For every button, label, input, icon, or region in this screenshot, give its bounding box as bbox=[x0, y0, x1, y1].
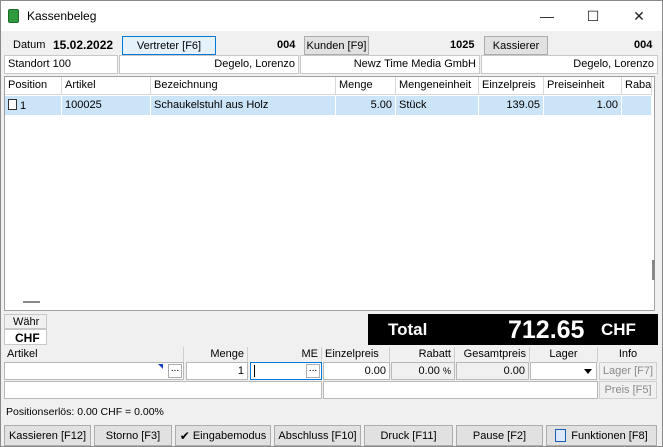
vertical-scrollbar[interactable] bbox=[652, 95, 655, 305]
col-rabatt[interactable]: Raba bbox=[622, 77, 652, 95]
input-header-me: ME bbox=[248, 347, 322, 362]
vertreter-button[interactable]: Vertreter [F6] bbox=[122, 36, 216, 55]
input-header-rabatt: Rabatt bbox=[390, 347, 455, 362]
currency-label-box: Währ bbox=[4, 314, 47, 329]
window-title: Kassenbeleg bbox=[27, 9, 97, 23]
kunden-button[interactable]: Kunden [F9] bbox=[304, 36, 369, 55]
chevron-down-icon bbox=[584, 369, 592, 374]
input-header-einzelpreis: Einzelpreis bbox=[322, 347, 390, 362]
cell-rabatt bbox=[622, 96, 652, 115]
col-artikel[interactable]: Artikel bbox=[62, 77, 151, 95]
col-bezeichnung[interactable]: Bezeichnung bbox=[151, 77, 336, 95]
eingabemodus-toggle[interactable]: ✔ Eingabemodus bbox=[175, 425, 271, 446]
gesamtpreis-field: 0.00 bbox=[456, 362, 529, 380]
text-cursor bbox=[254, 365, 255, 377]
kunden-code: 1025 bbox=[450, 39, 475, 51]
cell-artikel: 100025 bbox=[62, 96, 151, 115]
total-panel: Total 712.65 CHF bbox=[368, 314, 658, 345]
vertreter-code: 004 bbox=[277, 39, 296, 51]
positions-table[interactable]: Position Artikel Bezeichnung Menge Menge… bbox=[4, 76, 655, 311]
positionserloes-status: Positionserlös: 0.00 CHF = 0.00% bbox=[6, 406, 164, 418]
pause-button[interactable]: Pause [F2] bbox=[456, 425, 543, 446]
close-button[interactable]: ✕ bbox=[616, 1, 662, 31]
abschluss-button[interactable]: Abschluss [F10] bbox=[274, 425, 361, 446]
total-currency: CHF bbox=[601, 320, 636, 339]
cell-mengeneinheit: Stück bbox=[396, 96, 479, 115]
app-icon bbox=[8, 9, 19, 23]
input-header-lager: Lager bbox=[530, 347, 598, 362]
standort-field: Standort 100 bbox=[4, 55, 118, 74]
kassierer-code: 004 bbox=[634, 39, 653, 51]
kassenbeleg-window: Kassenbeleg — ☐ ✕ Datum 15.02.2022 Vertr… bbox=[0, 0, 663, 447]
cell-menge: 5.00 bbox=[336, 96, 396, 115]
total-amount: 712.65 bbox=[508, 316, 585, 344]
lager-button[interactable]: Lager [F7] bbox=[599, 362, 657, 380]
input-header-artikel: Artikel bbox=[4, 347, 184, 362]
datum-value: 15.02.2022 bbox=[53, 38, 114, 52]
cell-preiseinheit: 1.00 bbox=[544, 96, 622, 115]
datum-label: Datum bbox=[13, 39, 46, 51]
cell-einzelpreis: 139.05 bbox=[479, 96, 544, 115]
col-mengeneinheit[interactable]: Mengeneinheit bbox=[396, 77, 479, 95]
artikel-lookup-button[interactable]: ... bbox=[168, 364, 182, 378]
cell-position: 1 bbox=[5, 96, 62, 115]
total-label: Total bbox=[388, 320, 428, 339]
notes-field-right[interactable] bbox=[323, 381, 598, 399]
document-icon bbox=[8, 99, 17, 110]
cell-bezeichnung: Schaukelstuhl aus Holz bbox=[151, 96, 336, 115]
title-bar: Kassenbeleg — ☐ ✕ bbox=[1, 1, 662, 31]
dropdown-corner-icon bbox=[158, 364, 163, 369]
kassieren-button[interactable]: Kassieren [F12] bbox=[4, 425, 91, 446]
lager-select[interactable] bbox=[530, 362, 597, 380]
maximize-button[interactable]: ☐ bbox=[570, 1, 616, 31]
input-header-menge: Menge bbox=[184, 347, 248, 362]
checkmark-icon: ✔ bbox=[179, 428, 190, 443]
storno-button[interactable]: Storno [F3] bbox=[94, 425, 172, 446]
menge-input[interactable]: 1 bbox=[186, 362, 248, 380]
kunden-name-field: Newz Time Media GmbH bbox=[300, 55, 480, 74]
input-header-gesamtpreis: Gesamtpreis bbox=[455, 347, 530, 362]
funktionen-button[interactable]: Funktionen [F8] bbox=[546, 425, 657, 446]
input-header-info: Info bbox=[598, 347, 658, 362]
currency-label: Währ bbox=[13, 316, 40, 328]
scrollbar-thumb[interactable] bbox=[652, 260, 655, 280]
rabatt-field: 0.00 % bbox=[391, 362, 455, 380]
kassierer-button[interactable]: Kassierer bbox=[484, 36, 548, 55]
minimize-button[interactable]: — bbox=[524, 1, 570, 31]
kassierer-name-field: Degelo, Lorenzo bbox=[481, 55, 658, 74]
col-preiseinheit[interactable]: Preiseinheit bbox=[544, 77, 622, 95]
horizontal-scrollbar-thumb[interactable] bbox=[23, 301, 40, 303]
col-position[interactable]: Position bbox=[5, 77, 62, 95]
artikel-input[interactable] bbox=[4, 362, 184, 380]
kassierer-button-label: Kassierer bbox=[492, 39, 540, 52]
vertreter-name-field: Degelo, Lorenzo bbox=[119, 55, 299, 74]
notes-field-left[interactable] bbox=[4, 381, 322, 399]
currency-value-box: CHF bbox=[4, 329, 47, 345]
druck-button[interactable]: Druck [F11] bbox=[364, 425, 453, 446]
einzelpreis-input[interactable]: 0.00 bbox=[323, 362, 390, 380]
col-einzelpreis[interactable]: Einzelpreis bbox=[479, 77, 544, 95]
col-menge[interactable]: Menge bbox=[336, 77, 396, 95]
currency-value: CHF bbox=[15, 331, 40, 345]
preis-button[interactable]: Preis [F5] bbox=[599, 381, 657, 399]
function-icon bbox=[555, 429, 567, 442]
me-lookup-button[interactable]: ... bbox=[306, 364, 320, 378]
